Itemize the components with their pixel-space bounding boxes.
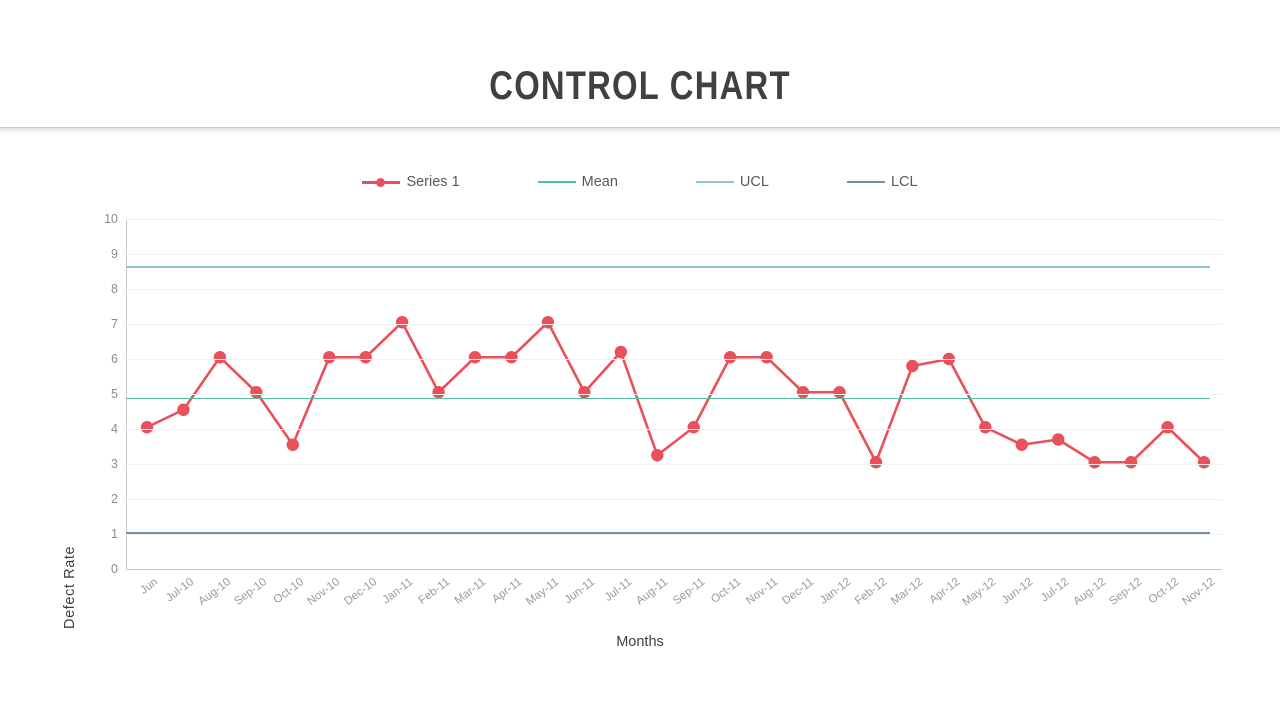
legend-label: Mean xyxy=(581,174,618,190)
data-point-marker[interactable] xyxy=(505,351,518,364)
y-axis-tick-label: 7 xyxy=(111,317,118,331)
data-point-marker[interactable] xyxy=(1124,456,1138,469)
gridline xyxy=(126,359,1222,360)
gridline xyxy=(126,219,1222,220)
plot-region xyxy=(126,219,1222,569)
series-line xyxy=(145,320,1206,464)
legend-item-lcl[interactable]: LCL xyxy=(846,170,918,194)
y-axis-tick-label: 6 xyxy=(111,352,118,366)
legend-swatch-icon xyxy=(362,175,401,189)
data-point-marker[interactable] xyxy=(651,449,664,462)
data-point-marker[interactable] xyxy=(468,351,482,364)
y-axis-tick-label: 1 xyxy=(111,527,118,541)
legend-label: LCL xyxy=(890,174,918,190)
legend-label: Series 1 xyxy=(406,174,460,190)
y-axis-tick-label: 10 xyxy=(104,212,118,226)
chart-legend: Series 1 Mean UCL LCL xyxy=(0,170,1280,194)
data-point-marker[interactable] xyxy=(760,351,773,364)
gridline xyxy=(126,394,1222,395)
legend-item-ucl[interactable]: UCL xyxy=(695,170,769,194)
data-point-marker[interactable] xyxy=(687,421,700,434)
reference-line-lcl xyxy=(126,532,1210,534)
legend-swatch-icon xyxy=(695,175,734,189)
x-axis-title: Months xyxy=(616,634,664,650)
data-point-marker[interactable] xyxy=(1197,456,1211,469)
y-axis-tick-label: 9 xyxy=(111,247,118,261)
legend-label: UCL xyxy=(739,174,769,190)
data-point-marker[interactable] xyxy=(1161,421,1174,434)
data-point-marker[interactable] xyxy=(869,456,883,469)
y-axis-tick-label: 2 xyxy=(111,492,118,506)
gridline xyxy=(126,534,1222,535)
gridline xyxy=(126,254,1222,255)
data-point-marker[interactable] xyxy=(614,345,628,359)
y-axis-tick-label: 4 xyxy=(111,422,118,436)
data-point-marker[interactable] xyxy=(979,421,992,434)
slide-header: CONTROL CHART xyxy=(0,0,1280,128)
legend-line xyxy=(537,181,576,183)
data-point-marker[interactable] xyxy=(286,438,299,451)
chart-area: Defect Rate Months 0 1 2 3 4 5 6 7 8 9 10 Jun Jul-10… xyxy=(0,204,1280,664)
data-point-marker[interactable] xyxy=(723,351,737,364)
legend-swatch-icon xyxy=(537,175,576,189)
legend-line xyxy=(846,181,885,183)
legend-swatch-icon xyxy=(846,175,885,189)
legend-item-mean[interactable]: Mean xyxy=(537,170,618,194)
legend-marker-icon xyxy=(376,178,386,187)
y-axis-tick-label: 8 xyxy=(111,282,118,296)
data-point-marker[interactable] xyxy=(359,351,372,364)
data-point-marker[interactable] xyxy=(323,351,336,364)
legend-line xyxy=(695,181,734,183)
data-point-marker[interactable] xyxy=(395,316,409,329)
gridline xyxy=(126,464,1222,465)
data-point-marker[interactable] xyxy=(541,316,555,329)
x-axis-line xyxy=(126,569,1222,570)
gridline xyxy=(126,499,1222,500)
gridline xyxy=(126,429,1222,430)
data-point-marker[interactable] xyxy=(1088,456,1101,469)
data-point-marker[interactable] xyxy=(1015,438,1028,451)
data-point-marker[interactable] xyxy=(177,403,190,416)
header-divider-shadow xyxy=(0,127,1280,134)
data-point-marker[interactable] xyxy=(213,351,227,364)
y-axis-tick-label: 0 xyxy=(111,562,118,576)
data-point-marker[interactable] xyxy=(906,359,919,373)
legend-item-series-1[interactable]: Series 1 xyxy=(362,170,460,194)
slide: CONTROL CHART Series 1 Mean UCL LCL Defect … xyxy=(0,0,1280,720)
data-point-marker[interactable] xyxy=(140,421,154,434)
y-axis-title: Defect Rate xyxy=(62,545,78,629)
gridline xyxy=(126,289,1222,290)
y-axis-tick-label: 3 xyxy=(111,457,118,471)
y-axis-tick-label: 5 xyxy=(111,387,118,401)
reference-line-mean xyxy=(126,397,1210,400)
gridline xyxy=(126,324,1222,325)
data-point-marker[interactable] xyxy=(1052,433,1065,446)
reference-line-ucl xyxy=(126,266,1210,268)
page-title: CONTROL CHART xyxy=(489,64,791,108)
